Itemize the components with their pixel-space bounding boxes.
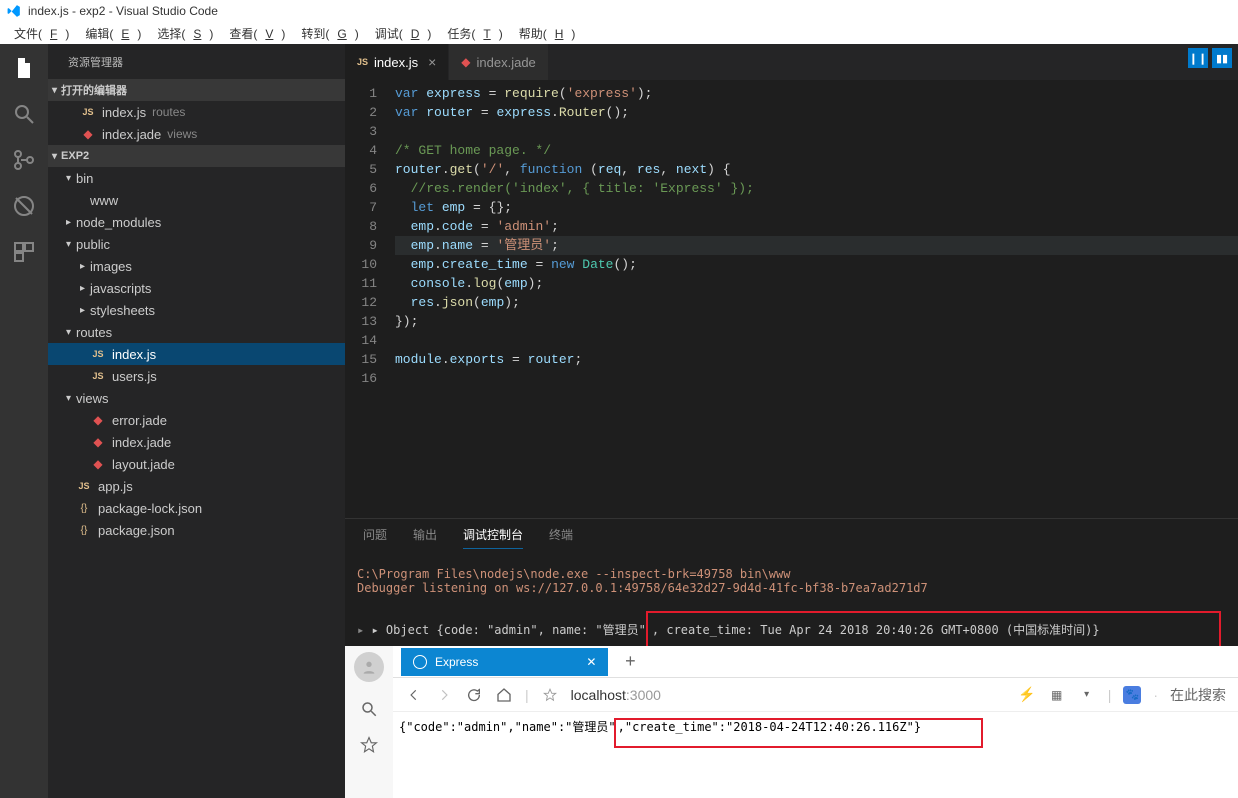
vscode-logo-icon	[6, 3, 22, 19]
star-icon[interactable]	[541, 686, 559, 704]
search-label[interactable]: 在此搜索	[1170, 685, 1226, 705]
panel-tab[interactable]: 问题	[363, 526, 387, 543]
browser-nav-bar: | localhost:3000 ⚡ ▦ ▾ | 🐾 · 在此搜索	[393, 678, 1238, 712]
tree-item[interactable]: ▾views	[48, 387, 345, 409]
paw-icon[interactable]: 🐾	[1123, 686, 1141, 704]
browser-area: Express ✕ + | localhost:3000 ⚡ ▦	[345, 646, 1238, 798]
json-highlight-box: ,"create_time":"2018-04-24T12:40:26.116Z…	[614, 718, 983, 748]
tree-item[interactable]: ▾public	[48, 233, 345, 255]
js-file-icon: JS	[80, 107, 96, 117]
browser-tab-label: Express	[435, 655, 478, 669]
close-icon[interactable]: ×	[428, 54, 436, 70]
debug-icon[interactable]	[10, 192, 38, 220]
activity-bar	[0, 44, 48, 798]
sidebar-title: 资源管理器	[48, 44, 345, 79]
tree-item[interactable]: {}package-lock.json	[48, 497, 345, 519]
forward-button[interactable]	[435, 686, 453, 704]
editor-tab[interactable]: JSindex.js×	[345, 44, 449, 80]
jade-file-icon: ◆	[90, 435, 106, 449]
menu-item[interactable]: 选择(S)	[149, 25, 221, 42]
tree-item[interactable]: ▾routes	[48, 321, 345, 343]
new-tab-button[interactable]: +	[616, 648, 644, 676]
menu-item[interactable]: 转到(G)	[293, 25, 366, 42]
tree-item[interactable]: ▸stylesheets	[48, 299, 345, 321]
browser-tab-strip: Express ✕ +	[393, 646, 1238, 678]
editor-tab[interactable]: ◆index.jade	[449, 44, 549, 80]
bolt-icon[interactable]: ⚡	[1018, 686, 1036, 704]
menu-bar: 文件(F)编辑(E)选择(S)查看(V)转到(G)调试(D)任务(T)帮助(H)	[0, 22, 1238, 44]
browser-page-body: {"code":"admin","name":"管理员","create_tim…	[393, 712, 1238, 798]
qr-icon[interactable]: ▦	[1048, 686, 1066, 704]
extensions-icon[interactable]	[10, 238, 38, 266]
panel-tabs: 问题 输出 调试控制台 终端	[345, 519, 1238, 549]
debug-panel: 问题 输出 调试控制台 终端 C:\Program Files\nodejs\node…	[345, 518, 1238, 646]
js-file-icon: JS	[90, 371, 106, 381]
tree-item[interactable]: ▾bin	[48, 167, 345, 189]
menu-item[interactable]: 文件(F)	[6, 25, 77, 42]
open-editors-header[interactable]: 打开的编辑器	[48, 79, 345, 101]
sidebar: 资源管理器 打开的编辑器 JSindex.jsroutes◆index.jade…	[48, 44, 345, 798]
panel-tab[interactable]: 终端	[549, 526, 573, 543]
jade-file-icon: ◆	[90, 457, 106, 471]
panel-body[interactable]: C:\Program Files\nodejs\node.exe --inspe…	[345, 549, 1238, 646]
tree-item[interactable]: www	[48, 189, 345, 211]
tree-item[interactable]: ◆layout.jade	[48, 453, 345, 475]
tree-item[interactable]: ▸images	[48, 255, 345, 277]
favorites-icon[interactable]	[360, 736, 378, 754]
json-file-icon: {}	[76, 503, 92, 514]
json-file-icon: {}	[76, 525, 92, 536]
browser-search-icon[interactable]	[360, 700, 378, 718]
jade-file-icon: ◆	[80, 127, 96, 141]
tree-item[interactable]: JSindex.js	[48, 343, 345, 365]
editor-tabs: JSindex.js×◆index.jade ❙❙ ▮▮	[345, 44, 1238, 80]
open-editor-item[interactable]: JSindex.jsroutes	[48, 101, 345, 123]
window-title: index.js - exp2 - Visual Studio Code	[28, 4, 218, 18]
panel-tab[interactable]: 输出	[413, 526, 437, 543]
jade-file-icon: ◆	[90, 413, 106, 427]
avatar-icon[interactable]	[354, 652, 384, 682]
title-bar: index.js - exp2 - Visual Studio Code	[0, 0, 1238, 22]
continue-button[interactable]: ▮▮	[1212, 48, 1232, 68]
js-file-icon: JS	[76, 481, 92, 491]
menu-item[interactable]: 调试(D)	[367, 25, 440, 42]
tree-item[interactable]: ▸node_modules	[48, 211, 345, 233]
tree-item[interactable]: ◆error.jade	[48, 409, 345, 431]
panel-tab[interactable]: 调试控制台	[463, 526, 523, 543]
close-tab-icon[interactable]: ✕	[586, 655, 596, 669]
pause-button[interactable]: ❙❙	[1188, 48, 1208, 68]
browser-sidebar	[345, 646, 393, 798]
code-area[interactable]: 12345678910111213141516 var express = re…	[345, 80, 1238, 518]
jade-file-icon: ◆	[461, 55, 470, 69]
tree-item[interactable]: JSapp.js	[48, 475, 345, 497]
menu-item[interactable]: 编辑(E)	[77, 25, 149, 42]
js-file-icon: JS	[90, 349, 106, 359]
tree-item[interactable]: ▸javascripts	[48, 277, 345, 299]
refresh-button[interactable]	[465, 686, 483, 704]
js-file-icon: JS	[357, 57, 368, 67]
home-button[interactable]	[495, 686, 513, 704]
back-button[interactable]	[405, 686, 423, 704]
search-icon[interactable]	[10, 100, 38, 128]
browser-tab[interactable]: Express ✕	[401, 648, 608, 676]
menu-item[interactable]: 帮助(H)	[511, 25, 584, 42]
address-bar[interactable]: localhost:3000	[571, 687, 661, 703]
debug-highlight-box: , create_time: Tue Apr 24 2018 20:40:26 …	[646, 611, 1221, 646]
tree-item[interactable]: {}package.json	[48, 519, 345, 541]
open-editor-item[interactable]: ◆index.jadeviews	[48, 123, 345, 145]
project-header[interactable]: EXP2	[48, 145, 345, 167]
json-output-prefix: {"code":"admin","name":"管理员"	[399, 720, 616, 734]
chevron-down-icon[interactable]: ▾	[1078, 686, 1096, 704]
editor-area: JSindex.js×◆index.jade ❙❙ ▮▮ 12345678910…	[345, 44, 1238, 798]
tree-item[interactable]: ◆index.jade	[48, 431, 345, 453]
menu-item[interactable]: 任务(T)	[439, 25, 510, 42]
explorer-icon[interactable]	[10, 54, 38, 82]
globe-icon	[413, 655, 427, 669]
menu-item[interactable]: 查看(V)	[221, 25, 293, 42]
tree-item[interactable]: JSusers.js	[48, 365, 345, 387]
scm-icon[interactable]	[10, 146, 38, 174]
